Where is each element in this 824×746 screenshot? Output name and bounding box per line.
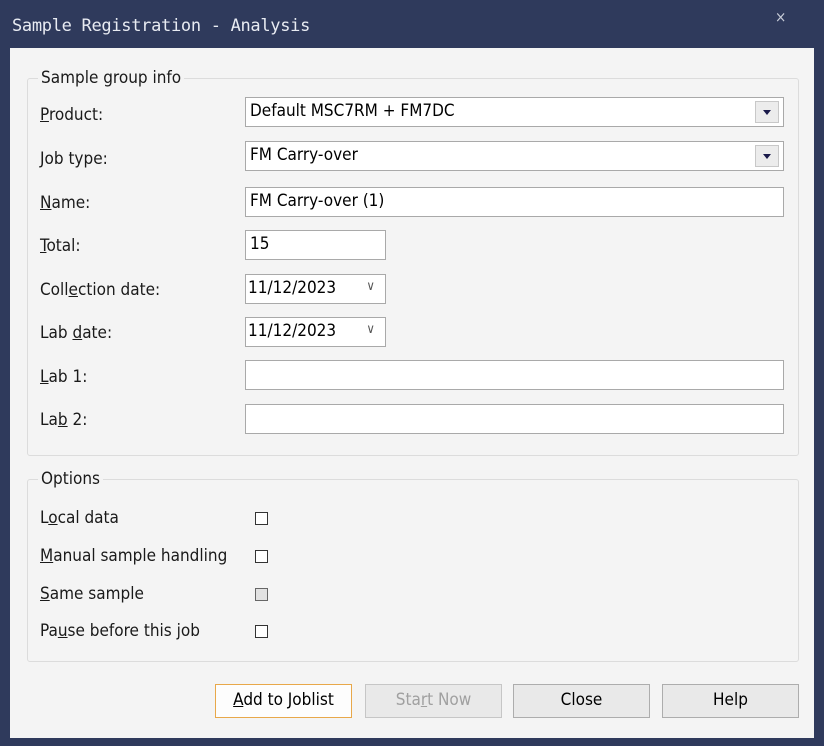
total-label: Total:: [40, 236, 81, 256]
access-key-underline: N: [40, 193, 52, 213]
access-key-underline: T: [40, 236, 47, 256]
job-type-label: Job type:: [40, 149, 108, 169]
total-value: 15: [250, 234, 270, 254]
lab2-label: Lab 2:: [40, 410, 88, 430]
pause-before-job-label: Pause before this job: [40, 621, 200, 641]
total-input[interactable]: 15: [245, 230, 386, 260]
access-key-underline: P: [40, 105, 49, 125]
lab-date-value: 11/12/2023: [248, 321, 337, 341]
window-title: Sample Registration - Analysis: [12, 16, 311, 36]
product-dropdown[interactable]: Default MSC7RM + FM7DC: [245, 97, 784, 127]
product-value: Default MSC7RM + FM7DC: [250, 101, 455, 121]
access-key-underline: S: [40, 584, 50, 604]
access-key-underline: u: [57, 621, 68, 641]
manual-sample-handling-label: Manual sample handling: [40, 546, 228, 566]
name-value: FM Carry-over (1): [250, 191, 385, 211]
lab2-input[interactable]: [245, 404, 784, 434]
chevron-down-icon[interactable]: ∨: [366, 279, 375, 294]
lab-date-picker[interactable]: 11/12/2023 ∨: [245, 317, 386, 347]
access-key-underline: b: [57, 410, 68, 430]
sample-group-box: Sample group info: [27, 68, 799, 456]
access-key-underline: A: [233, 690, 244, 710]
sample-group-legend: Sample group info: [38, 68, 185, 88]
access-key-underline: e: [68, 280, 78, 300]
same-sample-checkbox[interactable]: [255, 588, 268, 601]
access-key-underline: L: [40, 367, 49, 387]
job-type-dropdown[interactable]: FM Carry-over: [245, 141, 784, 171]
access-key-underline: M: [40, 546, 54, 566]
add-to-joblist-button[interactable]: Add to Joblist: [215, 684, 352, 718]
local-data-checkbox[interactable]: [255, 512, 268, 525]
name-input[interactable]: FM Carry-over (1): [245, 187, 784, 217]
access-key-underline: J: [40, 149, 45, 169]
collection-date-picker[interactable]: 11/12/2023 ∨: [245, 274, 386, 304]
name-label: Name:: [40, 193, 91, 213]
access-key-underline: d: [72, 323, 83, 343]
collection-date-label: Collection date:: [40, 280, 161, 300]
help-button[interactable]: Help: [662, 684, 799, 718]
product-label: Product:: [40, 105, 104, 125]
chevron-down-icon[interactable]: ∨: [366, 322, 375, 337]
close-icon[interactable]: ×: [775, 8, 786, 26]
lab1-input[interactable]: [245, 360, 784, 390]
dialog-body: Sample group info Product: Default MSC7R…: [10, 48, 814, 738]
local-data-label: Local data: [40, 508, 119, 528]
access-key-underline: o: [48, 508, 58, 528]
dropdown-arrow-icon[interactable]: [755, 145, 779, 167]
close-button[interactable]: Close: [513, 684, 650, 718]
lab1-label: Lab 1:: [40, 367, 88, 387]
job-type-value: FM Carry-over: [250, 145, 358, 165]
title-bar: Sample Registration - Analysis ×: [0, 0, 824, 48]
dropdown-arrow-icon[interactable]: [755, 101, 779, 123]
manual-sample-handling-checkbox[interactable]: [255, 550, 268, 563]
collection-date-value: 11/12/2023: [248, 278, 337, 298]
start-now-button[interactable]: Start Now: [365, 684, 502, 718]
lab-date-label: Lab date:: [40, 323, 113, 343]
same-sample-label: Same sample: [40, 584, 144, 604]
pause-before-job-checkbox[interactable]: [255, 625, 268, 638]
access-key-underline: r: [420, 690, 428, 710]
options-legend: Options: [38, 469, 104, 489]
